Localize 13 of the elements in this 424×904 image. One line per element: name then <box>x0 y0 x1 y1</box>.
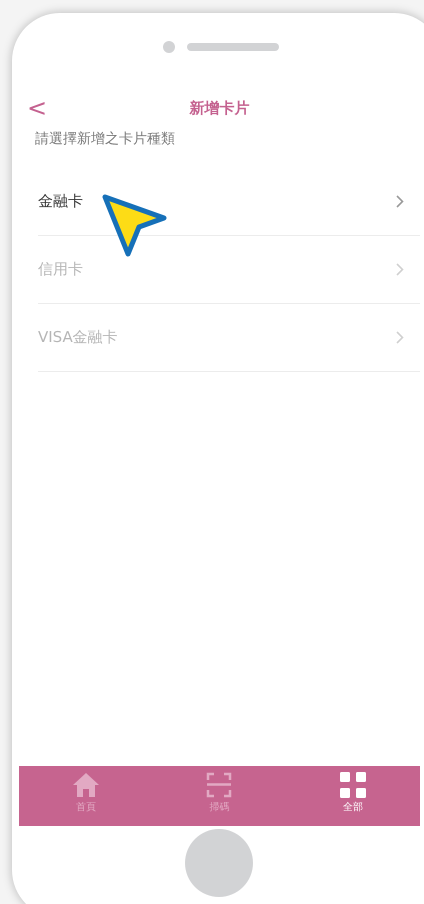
instruction-text: 請選擇新增之卡片種類 <box>35 130 175 149</box>
chevron-icon <box>396 331 404 344</box>
grid-icon <box>340 772 366 798</box>
tab-item[interactable]: 首頁 <box>19 766 153 826</box>
tab-item[interactable]: 掃碼 <box>152 766 286 826</box>
tab-item[interactable]: 全部 <box>286 766 420 826</box>
scan-icon <box>206 772 232 798</box>
cursor-arrow-icon <box>101 193 167 259</box>
chevron-icon <box>396 263 404 276</box>
chevron-icon <box>396 195 404 208</box>
back-button[interactable]: < <box>27 96 48 120</box>
page-title: 新增卡片 <box>190 98 250 119</box>
home-icon <box>72 772 100 798</box>
